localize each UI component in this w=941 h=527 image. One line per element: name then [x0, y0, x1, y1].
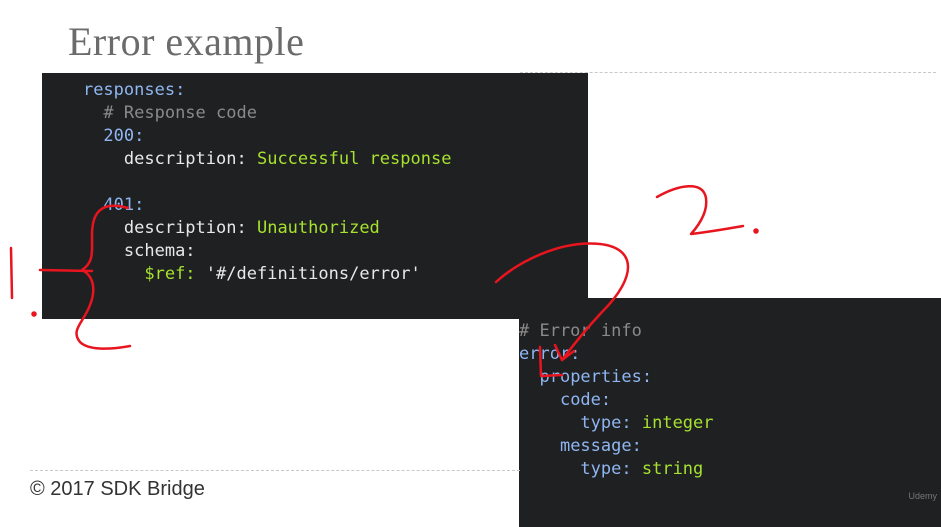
code-token: code:	[559, 390, 612, 410]
code-token: $ref:	[144, 264, 196, 284]
watermark-logo: Udemy	[908, 491, 937, 501]
code-token: type:	[580, 459, 632, 479]
code-block-error: # Error info error: properties: code: typ…	[519, 298, 941, 527]
code-comment: # Error info	[519, 321, 642, 341]
code-string: Successful response	[256, 149, 452, 169]
code-token: description:	[123, 218, 247, 238]
code-token: 401:	[103, 195, 145, 215]
code-token: message:	[559, 436, 642, 456]
slide-title: Error example	[68, 19, 305, 64]
code-token: description:	[123, 149, 247, 169]
number-1-annotation	[9, 246, 14, 300]
footer-divider	[30, 470, 520, 471]
code-block-responses: responses: # Response code 200: descript…	[42, 73, 588, 319]
code-string: Unauthorized	[256, 218, 380, 238]
footer-copyright: © 2017 SDK Bridge	[30, 478, 205, 500]
code-token: 200:	[103, 126, 145, 146]
code-string: string	[641, 459, 704, 479]
code-string: '#/definitions/error'	[205, 264, 421, 284]
code-token: error:	[519, 344, 581, 364]
code-string: integer	[641, 413, 714, 433]
code-token: schema:	[123, 241, 196, 261]
number-2-annotation	[655, 184, 745, 236]
dot-annotation	[31, 311, 37, 317]
code-token: responses:	[82, 80, 186, 100]
code-token: properties:	[539, 367, 653, 387]
code-token: type:	[580, 413, 632, 433]
dot-annotation	[753, 228, 759, 234]
code-comment: # Response code	[103, 103, 257, 123]
